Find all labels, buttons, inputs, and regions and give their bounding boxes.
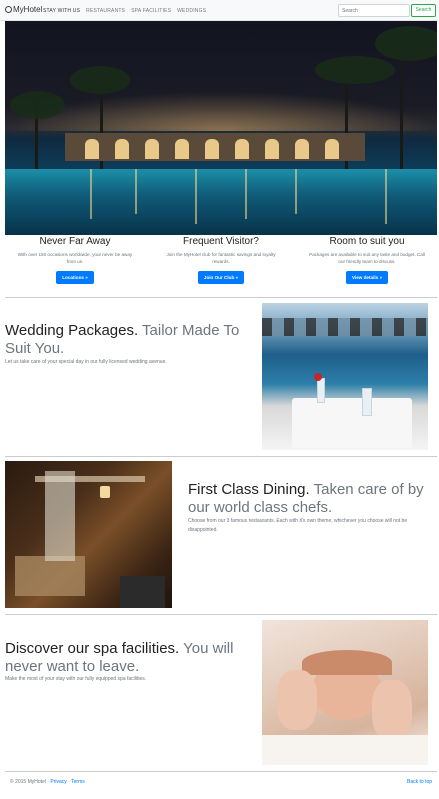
privacy-link[interactable]: Privacy	[50, 779, 66, 785]
hero-image	[5, 21, 437, 235]
featurette-lead-spa: Make the most of your stay with our full…	[5, 676, 147, 682]
view-details-button[interactable]: View details »	[345, 271, 389, 284]
column-title: Never Far Away	[39, 236, 111, 247]
footer: © 2015 MyHotel · Privacy · Terms	[10, 779, 85, 785]
back-to-top-link[interactable]: Back to top	[407, 779, 432, 785]
column-title: Room to suit you	[329, 236, 405, 247]
brand-link[interactable]: MyHotel	[5, 5, 42, 14]
featurette-heading-dining: First Class Dining. Taken care of by our…	[188, 481, 424, 516]
featurette-lead-wedding: Let us take care of your special day in …	[5, 359, 167, 365]
navbar: MyHotel STAY WITH US RESTAURANTS SPA FAC…	[0, 0, 439, 21]
dining-image	[5, 461, 172, 608]
nav-link-spa-facilities[interactable]: SPA FACILITIES	[131, 8, 171, 14]
brand-label: MyHotel	[13, 5, 43, 14]
nav-links: STAY WITH US RESTAURANTS SPA FACILITIES …	[43, 8, 212, 14]
nav-link-stay-with-us[interactable]: STAY WITH US	[43, 8, 80, 14]
terms-link[interactable]: Terms	[71, 779, 85, 785]
nav-link-weddings[interactable]: WEDDINGS	[177, 8, 206, 14]
nav-link-restaurants[interactable]: RESTAURANTS	[86, 8, 125, 14]
footer-separator: ·	[68, 779, 70, 785]
featurette-lead-dining: Choose from our 3 famous restaurants. Ea…	[188, 518, 408, 533]
locations-button[interactable]: Locations »	[56, 271, 94, 284]
spa-image	[262, 620, 428, 765]
logo-icon	[5, 6, 12, 13]
search-button[interactable]: Search	[411, 4, 436, 17]
column-title: Frequent Visitor?	[183, 236, 259, 247]
divider	[5, 771, 437, 772]
search-input[interactable]: Search	[338, 4, 410, 17]
copyright-text: © 2015 MyHotel ·	[10, 779, 49, 785]
column-text: Join the MyHotel club for fantastic savi…	[166, 252, 276, 264]
feature-column-room-to-suit-you: Room to suit you Packages are available …	[302, 235, 432, 284]
feature-column-never-far-away: Never Far Away With over 150 occasions w…	[10, 235, 140, 284]
divider	[5, 297, 437, 298]
column-text: With over 150 occasions worldwide, your …	[17, 252, 133, 264]
column-text: Packages are available to suit any taste…	[309, 252, 425, 264]
featurette-heading-wedding: Wedding Packages. Tailor Made To Suit Yo…	[5, 322, 240, 357]
feature-column-frequent-visitor: Frequent Visitor? Join the MyHotel club …	[156, 235, 286, 284]
join-club-button[interactable]: Join Our Club »	[197, 271, 245, 284]
featurette-heading-spa: Discover our spa facilities. You will ne…	[5, 640, 234, 675]
divider	[5, 456, 437, 457]
wedding-image	[262, 303, 428, 450]
divider	[5, 614, 437, 615]
